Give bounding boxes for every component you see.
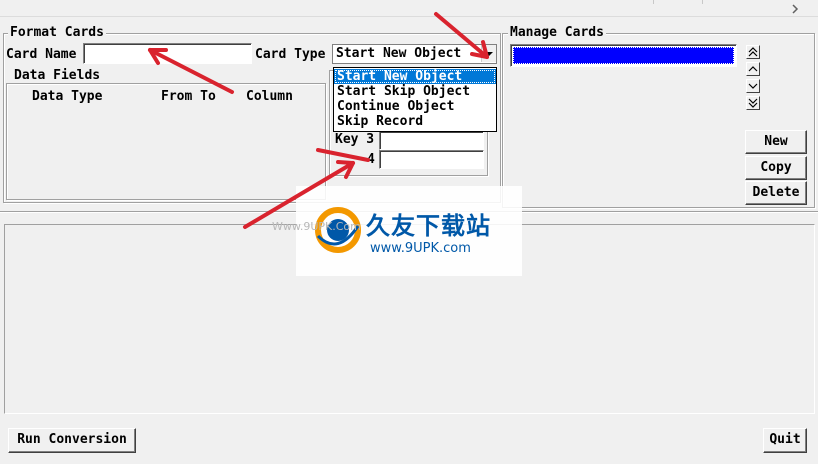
annotation-arrows <box>148 12 489 229</box>
run-conversion-button[interactable]: Run Conversion <box>8 428 136 453</box>
quit-button[interactable]: Quit <box>763 428 807 453</box>
annotation-arrow-keys-top <box>316 148 370 162</box>
annotation-arrow-to-keys <box>243 160 355 229</box>
annotation-arrow-to-card-name <box>148 48 234 94</box>
annotation-arrow-to-dropdown <box>434 12 489 59</box>
